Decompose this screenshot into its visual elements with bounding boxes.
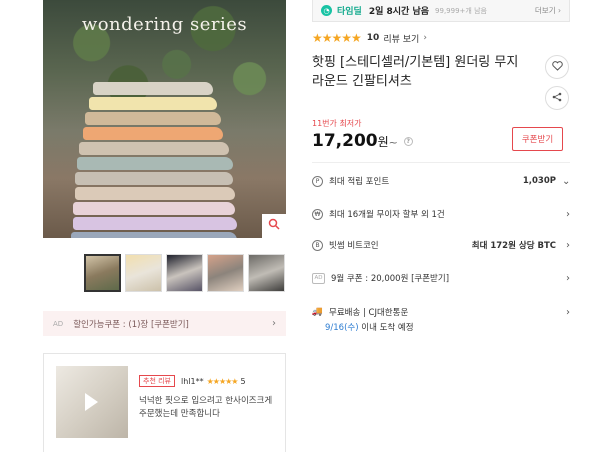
sweater-fold	[73, 202, 235, 215]
price-tilde: ~	[388, 136, 398, 149]
review-count: 10	[366, 33, 380, 43]
row-label: 9월 쿠폰 : 20,000원 [쿠폰받기]	[331, 274, 450, 284]
info-icon[interactable]: ?	[403, 136, 413, 146]
review-meta: 추천 리뷰 lhl1** ★★★★★ 5	[139, 375, 246, 387]
sweater-fold	[75, 172, 233, 185]
timedeal-title: 타임딜	[337, 7, 362, 17]
sweater-fold	[79, 142, 229, 155]
delivery-date: 9/16(수)	[325, 323, 359, 333]
product-thumbnail[interactable]	[207, 254, 244, 292]
lowest-price-label: 11번가 최저가	[312, 119, 362, 128]
sweater-fold	[93, 82, 213, 95]
delivery-row[interactable]: 🚚 무료배송 | CJ대한통운 ›	[312, 302, 570, 322]
image-caption: wondering series	[81, 14, 248, 35]
max-points-row[interactable]: P 최대 적립 포인트 1,030P ⌄	[312, 171, 570, 191]
sweater-fold	[75, 187, 235, 200]
benefit-icon: P	[312, 175, 323, 187]
heart-icon	[551, 60, 563, 74]
sweater-fold	[73, 217, 237, 230]
price-unit: 원	[377, 135, 389, 149]
clock-icon: ◔	[321, 5, 332, 16]
ad-coupon-banner[interactable]: AD 할인가능쿠폰 : (1)장 [쿠폰받기] ›	[43, 311, 286, 336]
product-thumbnail[interactable]	[248, 254, 285, 292]
share-button[interactable]	[545, 86, 569, 110]
chevron-right-icon: ›	[423, 33, 427, 43]
chevron-down-icon: ⌄	[562, 175, 571, 187]
row-label: 최대 16개월 무이자 할부 외 1건	[329, 210, 445, 220]
recommended-review-badge: 추천 리뷰	[139, 375, 175, 387]
share-icon	[552, 92, 562, 105]
review-text: 넉넉한 핏으로 입으려고 한사이즈크게 주문했는데 만족합니다	[139, 396, 273, 419]
row-label: 최대 적립 포인트	[329, 177, 390, 187]
installment-row[interactable]: ₩ 최대 16개월 무이자 할부 외 1건 ›	[312, 204, 570, 224]
chevron-right-icon: ›	[272, 318, 276, 329]
row-label: 빗썸 비트코인	[329, 241, 379, 251]
sweater-fold	[83, 127, 223, 140]
review-stars: ★★★★★	[206, 376, 239, 386]
product-thumbnail[interactable]	[166, 254, 203, 292]
truck-icon: 🚚	[311, 307, 324, 317]
timedeal-more-link[interactable]: 더보기 ›	[535, 5, 561, 16]
timedeal-bar: ◔ 타임딜 2일 8시간 남음 99,999+개 남음 더보기 ›	[312, 0, 570, 22]
sweater-fold	[71, 232, 237, 238]
chevron-right-icon: ›	[566, 208, 570, 220]
ad-coupon-text: 할인가능쿠폰 : (1)장 [쿠폰받기]	[73, 319, 189, 330]
chevron-right-icon: ›	[566, 306, 570, 318]
ad-label: AD	[53, 319, 64, 328]
row-label: 무료배송 | CJ대한통운	[329, 308, 409, 318]
like-button[interactable]	[545, 55, 569, 79]
delivery-text: 이내 도착 예정	[358, 323, 414, 333]
september-coupon-row[interactable]: AD 9월 쿠폰 : 20,000원 [쿠폰받기] ›	[312, 268, 570, 288]
review-user: lhl1**	[181, 376, 204, 386]
magnifier-icon	[268, 218, 280, 234]
delivery-estimate: 9/16(수) 이내 도착 예정	[325, 321, 414, 333]
review-video-thumbnail[interactable]	[56, 366, 128, 438]
sweater-stack	[71, 82, 241, 238]
review-card[interactable]: 추천 리뷰 lhl1** ★★★★★ 5 넉넉한 핏으로 입으려고 한사이즈크게…	[43, 353, 286, 452]
product-title: 핫핑 [스테디셀러/기본템] 원더링 무지 라운드 긴팔티셔츠	[312, 55, 519, 89]
benefit-icon: ₩	[312, 208, 323, 220]
sweater-fold	[89, 97, 217, 110]
price-amount: 17,200	[312, 131, 378, 151]
view-reviews-link[interactable]: 리뷰 보기	[383, 32, 419, 45]
product-main-image[interactable]: wondering series	[43, 0, 286, 238]
row-value: 1,030P	[522, 176, 556, 186]
bitcoin-row[interactable]: B 빗썸 비트코인 최대 172원 상당 BTC ›	[312, 235, 570, 255]
zoom-button[interactable]	[262, 214, 286, 238]
divider	[312, 162, 570, 163]
product-thumbnail[interactable]	[125, 254, 162, 292]
rating-stars: ★★★★★	[312, 31, 362, 45]
sweater-fold	[85, 112, 221, 125]
chevron-right-icon: ›	[566, 272, 570, 284]
timedeal-sold-count: 99,999+개 남음	[435, 6, 487, 15]
row-value: 최대 172원 상당 BTC	[471, 241, 556, 251]
sweater-fold	[77, 157, 233, 170]
rating-summary: ★★★★★ 10 리뷰 보기 ›	[312, 31, 427, 45]
timedeal-time-left: 2일 8시간 남음	[368, 7, 430, 17]
price: 17,200원~ ?	[312, 131, 413, 151]
ad-icon: AD	[312, 272, 325, 284]
product-thumbnail[interactable]	[84, 254, 121, 292]
play-icon	[85, 393, 98, 411]
chevron-right-icon: ›	[566, 239, 570, 251]
benefit-icon: B	[312, 239, 323, 251]
thumbnail-list	[84, 254, 285, 292]
review-score: 5	[240, 376, 246, 386]
coupon-button[interactable]: 쿠폰받기	[512, 127, 563, 151]
